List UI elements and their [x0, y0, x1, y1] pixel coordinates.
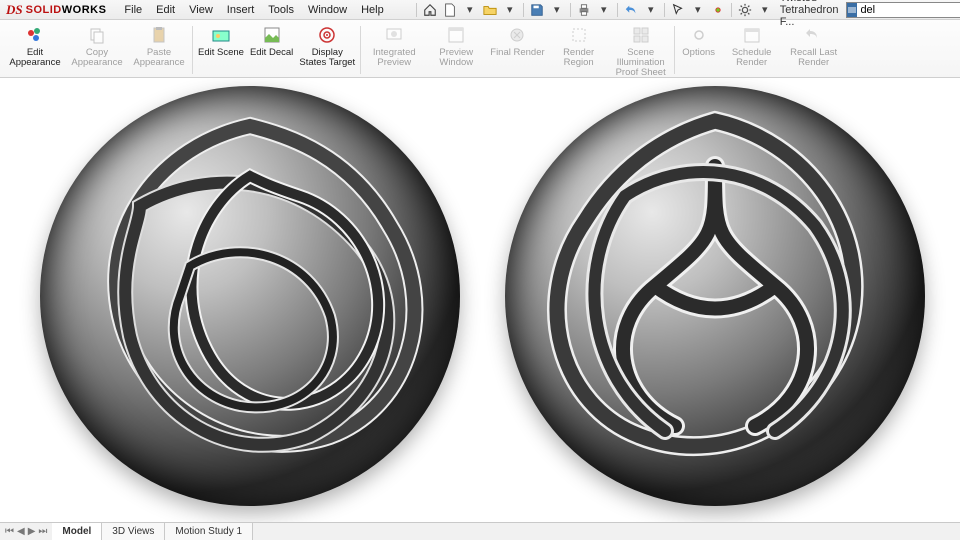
options-icon	[688, 24, 710, 46]
dropdown-icon[interactable]: ▾	[548, 2, 566, 18]
menu-help[interactable]: Help	[355, 2, 390, 18]
ribbon-label: Display States Target	[299, 48, 355, 68]
print-icon[interactable]	[575, 2, 593, 18]
scene-icon	[210, 24, 232, 46]
ribbon-toolbar: Edit Appearance Copy Appearance Paste Appe…	[0, 20, 960, 78]
ribbon-final-render: Final Render	[487, 22, 547, 58]
open-icon[interactable]	[481, 2, 499, 18]
ribbon-edit-decal[interactable]: Edit Decal	[247, 22, 296, 58]
select-icon[interactable]	[669, 2, 687, 18]
ribbon-schedule-render: Schedule Render	[721, 22, 783, 68]
model-geometry-icon	[505, 86, 925, 506]
dropdown-icon[interactable]: ▾	[595, 2, 613, 18]
ribbon-paste-appearance: Paste Appearance	[128, 22, 190, 68]
tab-3d-views[interactable]: 3D Views	[102, 523, 165, 540]
quick-access-toolbar: ▾ ▾ ▾ ▾ ▾ ▾ ▾	[414, 2, 774, 18]
new-doc-icon[interactable]	[441, 2, 459, 18]
target-icon	[316, 24, 338, 46]
search-scope-icon[interactable]	[847, 3, 857, 17]
logo-ds-icon: DS	[6, 2, 23, 18]
ribbon-divider	[360, 26, 361, 74]
ribbon-label: Schedule Render	[724, 48, 780, 68]
ribbon-preview-window: Preview Window	[425, 22, 487, 68]
dropdown-icon[interactable]: ▾	[501, 2, 519, 18]
ribbon-scene-illumination-proof-sheet: Scene Illumination Proof Sheet	[610, 22, 672, 78]
ribbon-label: Options	[682, 48, 715, 58]
rendered-model-right	[505, 86, 925, 506]
view-tabs: ⏮ ◀ ▶ ⏭ Model 3D Views Motion Study 1	[0, 522, 960, 540]
render-icon	[506, 24, 528, 46]
ribbon-label: Copy Appearance	[69, 48, 125, 68]
tab-last-icon[interactable]: ⏭	[37, 526, 48, 537]
region-icon	[568, 24, 590, 46]
ribbon-label: Edit Decal	[250, 48, 293, 58]
ribbon-divider	[674, 26, 675, 74]
ribbon-label: Edit Scene	[198, 48, 244, 58]
tab-nav-controls: ⏮ ◀ ▶ ⏭	[0, 523, 52, 540]
tab-prev-icon[interactable]: ◀	[16, 526, 26, 537]
ribbon-label: Integrated Preview	[366, 48, 422, 68]
ribbon-label: Preview Window	[428, 48, 484, 68]
ribbon-options: Options	[677, 22, 721, 58]
graphics-viewport[interactable]	[0, 78, 960, 522]
menu-edit[interactable]: Edit	[150, 2, 181, 18]
ribbon-edit-scene[interactable]: Edit Scene	[195, 22, 247, 58]
window-icon	[445, 24, 467, 46]
paste-icon	[148, 24, 170, 46]
tab-motion-study-1[interactable]: Motion Study 1	[165, 523, 253, 540]
tab-model[interactable]: Model	[52, 523, 102, 540]
title-bar: DS SOLIDWORKS File Edit View Insert Tool…	[0, 0, 960, 20]
menu-tools[interactable]: Tools	[262, 2, 300, 18]
ribbon-label: Edit Appearance	[7, 48, 63, 68]
decal-icon	[261, 24, 283, 46]
ribbon-copy-appearance: Copy Appearance	[66, 22, 128, 68]
ribbon-divider	[192, 26, 193, 74]
ribbon-label: Render Region	[551, 48, 607, 68]
menu-insert[interactable]: Insert	[221, 2, 261, 18]
palette-icon	[24, 24, 46, 46]
menu-file[interactable]: File	[118, 2, 148, 18]
copy-icon	[86, 24, 108, 46]
menu-window[interactable]: Window	[302, 2, 353, 18]
ribbon-display-states-target[interactable]: Display States Target	[296, 22, 358, 68]
search-input[interactable]	[857, 4, 960, 16]
tab-next-icon[interactable]: ▶	[27, 526, 37, 537]
model-geometry-icon	[40, 86, 460, 506]
ribbon-label: Scene Illumination Proof Sheet	[613, 48, 669, 78]
rendered-model-left	[40, 86, 460, 506]
proof-icon	[630, 24, 652, 46]
schedule-icon	[741, 24, 763, 46]
rebuild-icon[interactable]	[709, 2, 727, 18]
ribbon-edit-appearance[interactable]: Edit Appearance	[4, 22, 66, 68]
menu-view[interactable]: View	[183, 2, 219, 18]
preview-icon	[383, 24, 405, 46]
ribbon-integrated-preview: Integrated Preview	[363, 22, 425, 68]
ribbon-label: Paste Appearance	[131, 48, 187, 68]
dropdown-icon[interactable]: ▾	[689, 2, 707, 18]
ribbon-label: Final Render	[490, 48, 544, 58]
menu-pin-icon[interactable]	[392, 2, 404, 18]
options-gear-icon[interactable]	[736, 2, 754, 18]
save-icon[interactable]	[528, 2, 546, 18]
ribbon-render-region: Render Region	[548, 22, 610, 68]
ribbon-recall-last-render: Recall Last Render	[783, 22, 845, 68]
dropdown-icon[interactable]: ▾	[756, 2, 774, 18]
app-logo: DS SOLIDWORKS	[4, 2, 112, 18]
recall-icon	[803, 24, 825, 46]
dropdown-icon[interactable]: ▾	[461, 2, 479, 18]
home-icon[interactable]	[421, 2, 439, 18]
undo-icon[interactable]	[622, 2, 640, 18]
menu-bar: File Edit View Insert Tools Window Help	[118, 2, 403, 18]
dropdown-icon[interactable]: ▾	[642, 2, 660, 18]
search-box[interactable]: 🔍 ▾	[846, 2, 960, 18]
ribbon-label: Recall Last Render	[786, 48, 842, 68]
tab-first-icon[interactable]: ⏮	[4, 526, 15, 537]
